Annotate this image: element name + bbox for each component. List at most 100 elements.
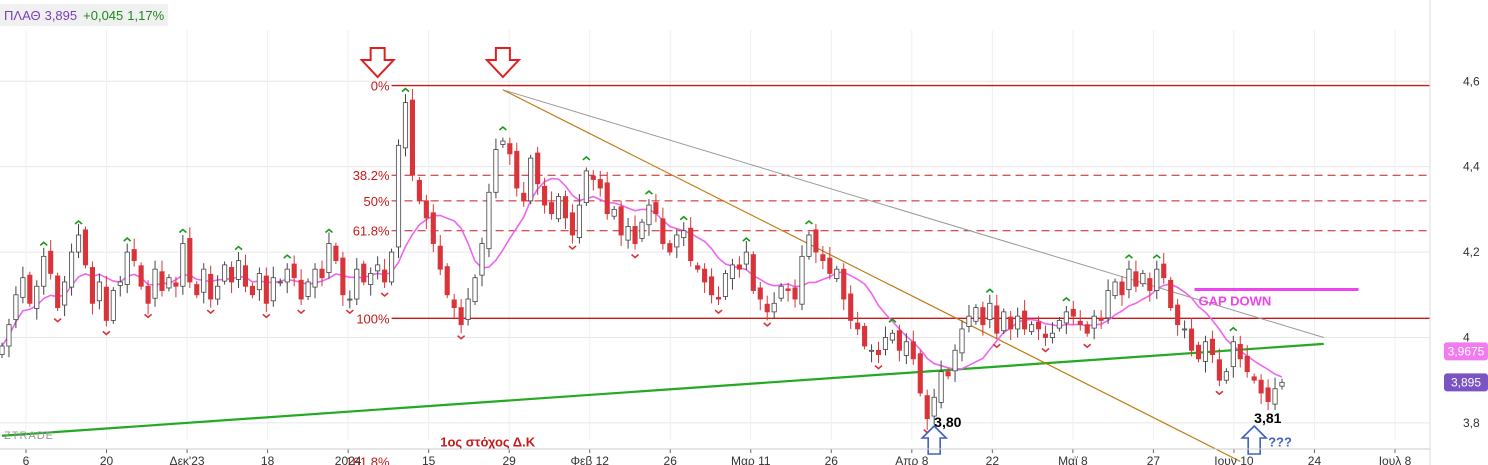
candle-body <box>1042 333 1049 338</box>
candle-body <box>938 371 944 403</box>
down-arrow-icon <box>484 47 522 79</box>
candle-body <box>973 307 979 322</box>
candle-body <box>1001 311 1007 332</box>
candle-body <box>110 290 116 321</box>
candle-body <box>145 285 151 304</box>
candle-body <box>1098 318 1104 321</box>
candle-body <box>722 273 729 297</box>
candle-body <box>41 255 47 287</box>
target-label: 1ος στόχος Δ.Κ <box>440 434 536 449</box>
candle-body <box>1056 320 1062 329</box>
candle-body <box>430 212 436 244</box>
candle-body <box>1049 332 1055 338</box>
y-tick-label: 4,4 <box>1463 160 1480 174</box>
candle-body <box>778 285 784 299</box>
candle-body <box>263 275 269 304</box>
x-tick-label: 27 <box>1147 454 1161 465</box>
candle-body <box>715 296 722 300</box>
candle-body <box>1091 315 1097 329</box>
candle-body <box>583 170 589 203</box>
candle-body <box>201 268 207 293</box>
candle-body <box>910 341 916 360</box>
candle-body <box>1035 321 1042 330</box>
candle-body <box>820 254 826 262</box>
candle-body <box>806 234 812 257</box>
candle-body <box>660 218 666 244</box>
candle-body <box>242 265 249 287</box>
candle-body <box>1161 263 1167 279</box>
candle-body <box>1147 278 1153 291</box>
candle-body <box>736 264 742 270</box>
candle-body <box>215 285 221 300</box>
candle-body <box>1168 279 1174 309</box>
candle-body <box>82 229 89 266</box>
candle-body <box>903 341 909 356</box>
candle-body <box>89 267 95 304</box>
candle-body <box>625 226 631 241</box>
candle-body <box>1209 338 1215 355</box>
candle-body <box>208 273 214 300</box>
candle-body <box>235 260 242 280</box>
candle-body <box>479 243 485 276</box>
candle-body <box>166 277 172 289</box>
candle-body <box>222 264 228 282</box>
fib-label: 61.8% <box>353 224 390 239</box>
ma-value-badge: 3,9675 <box>1448 344 1485 358</box>
candle-body <box>1195 344 1202 360</box>
candle-body <box>869 349 875 352</box>
candle-body <box>555 196 562 220</box>
candle-body <box>249 285 255 296</box>
candle-body <box>959 328 965 354</box>
chart-grid <box>0 30 1430 440</box>
candle-body <box>966 315 972 327</box>
candle-body <box>987 302 993 320</box>
candle-body <box>312 268 318 288</box>
candle-body <box>1119 281 1125 296</box>
candle-body <box>20 277 26 298</box>
candle-body <box>423 200 429 219</box>
candle-body <box>1182 328 1188 331</box>
candle-body <box>1105 290 1111 319</box>
swing-high-marker <box>74 219 83 225</box>
swing-low-marker <box>992 343 1001 349</box>
candle-body <box>159 271 165 291</box>
candle-body <box>917 353 923 394</box>
y-tick-label: 3,8 <box>1463 416 1480 430</box>
swing-high-marker <box>1062 296 1071 302</box>
x-tick-label: Απρ 8 <box>895 454 928 465</box>
ticker-header: ΠΛΑΘ 3,895 +0,045 1,17% <box>0 4 169 26</box>
fib-label: 50% <box>364 194 390 209</box>
candle-body <box>1133 271 1139 287</box>
candle-body <box>305 281 311 297</box>
candle-body <box>368 273 374 285</box>
candles <box>0 88 1285 430</box>
swing-high-marker <box>1229 326 1238 332</box>
candle-body <box>1251 376 1257 381</box>
y-tick-label: 4,2 <box>1463 245 1480 259</box>
low-label: 3,81 <box>1254 410 1281 426</box>
candle-body <box>882 337 889 350</box>
candle-body <box>952 349 958 372</box>
candle-body <box>270 277 276 302</box>
candle-body <box>48 250 54 274</box>
candle-body <box>542 185 548 206</box>
candle-body <box>653 202 659 215</box>
candle-body <box>361 263 367 283</box>
candle-body <box>340 257 346 296</box>
candle-body <box>319 268 325 279</box>
swing-high-marker <box>401 87 410 93</box>
candle-body <box>562 196 569 219</box>
trend-lines <box>1 89 1324 462</box>
moving-average <box>1 177 1283 378</box>
candle-body <box>1022 310 1028 330</box>
candle-body <box>792 287 798 300</box>
candle-body <box>1015 315 1021 330</box>
last-price: 3,895 <box>44 7 78 23</box>
candle-body <box>451 299 457 309</box>
swing-markers <box>39 87 1238 434</box>
candle-body <box>437 245 443 270</box>
swing-high-marker <box>324 228 333 234</box>
x-tick-label: Μαϊ 8 <box>1058 454 1088 465</box>
candle-body <box>75 234 82 253</box>
candle-body <box>34 285 40 309</box>
